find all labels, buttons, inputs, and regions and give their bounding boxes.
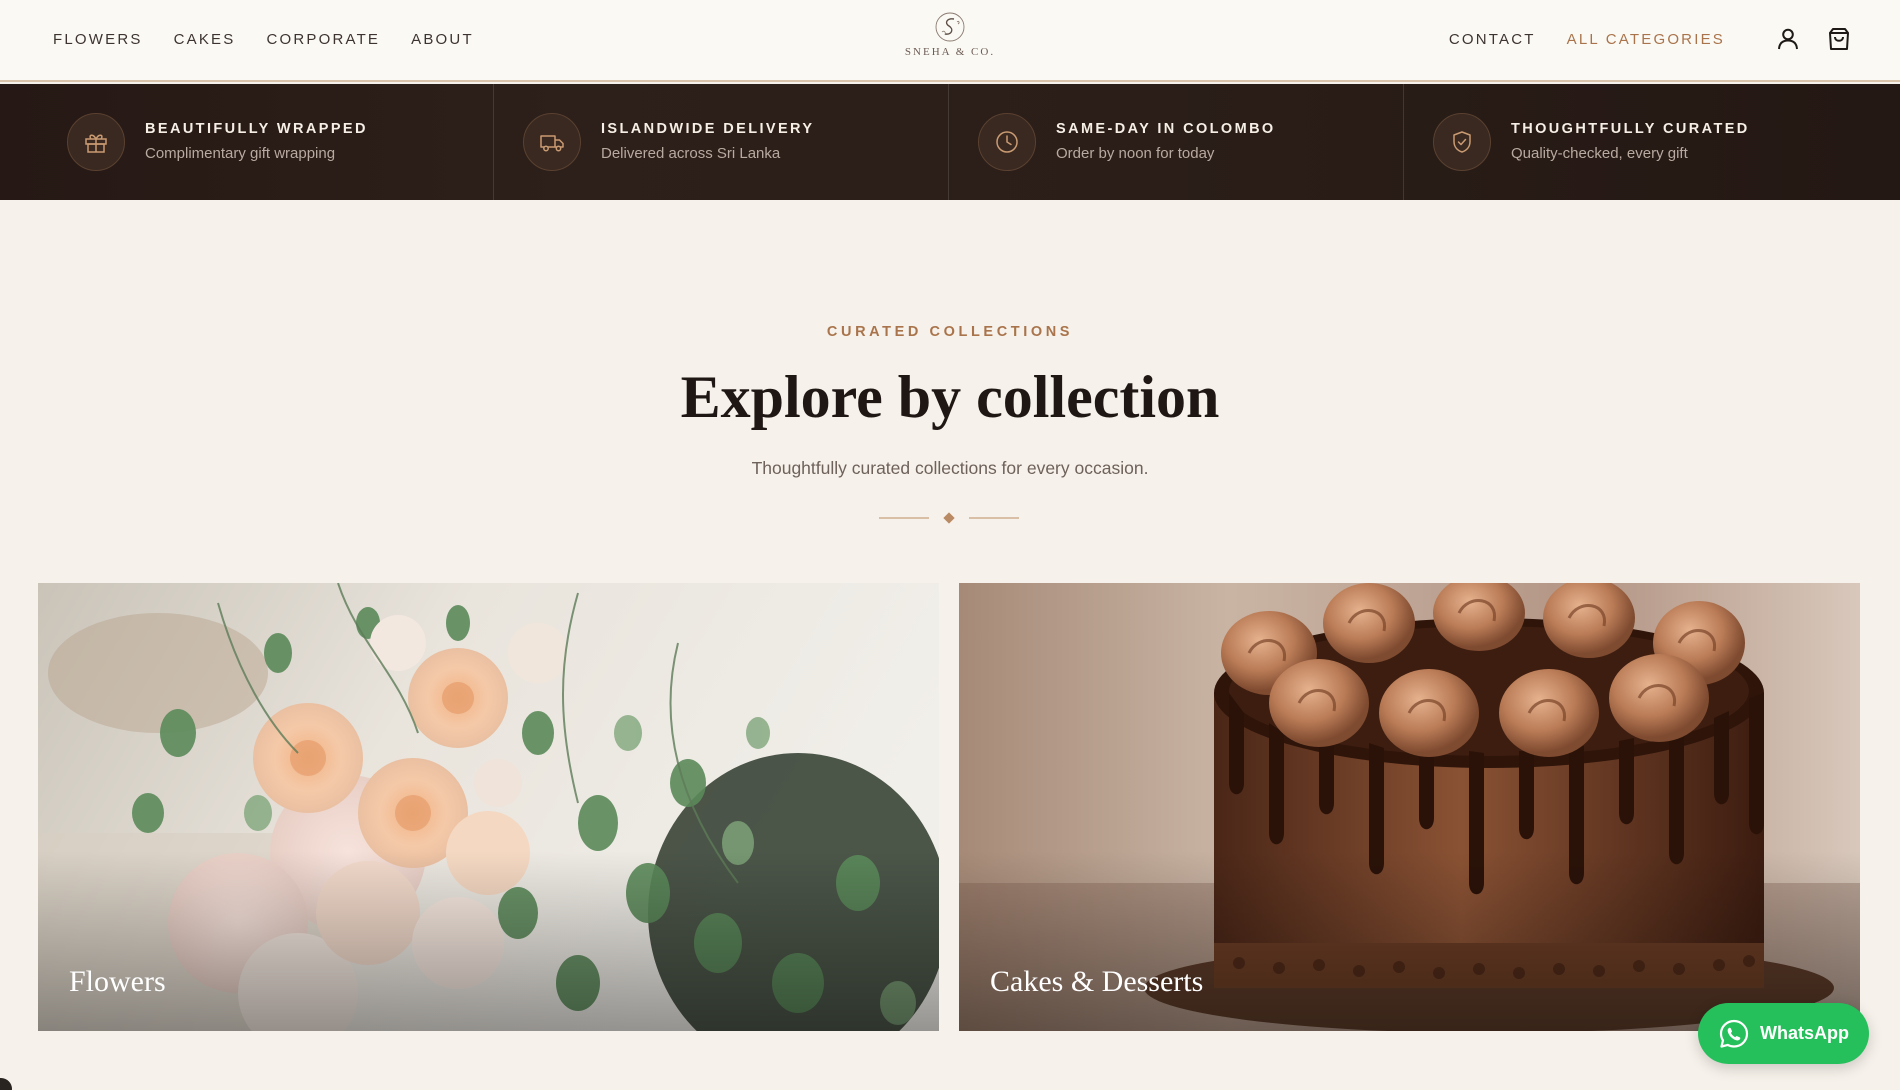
section-subtitle: Thoughtfully curated collections for eve…	[751, 458, 1149, 478]
card-gradient-overlay	[38, 851, 939, 1031]
feature-title: BEAUTIFULLY WRAPPED	[145, 121, 368, 137]
ornamental-divider	[879, 511, 1019, 525]
site-header: FLOWERS CAKES CORPORATE ABOUT SNEHA & CO…	[0, 0, 1900, 82]
logo-monogram-icon	[935, 12, 965, 42]
feature-subtitle: Complimentary gift wrapping	[145, 145, 336, 162]
site-logo[interactable]: SNEHA & CO.	[895, 10, 1005, 68]
truck-icon	[523, 113, 581, 171]
nav-link-corporate[interactable]: CORPORATE	[266, 31, 380, 48]
nav-link-flowers[interactable]: FLOWERS	[53, 31, 143, 48]
logo-text: SNEHA & CO.	[904, 46, 996, 58]
corner-decoration	[0, 1078, 12, 1090]
account-icon[interactable]	[1775, 26, 1801, 52]
feature-item: BEAUTIFULLY WRAPPED Complimentary gift w…	[38, 84, 494, 200]
feature-item: ISLANDWIDE DELIVERY Delivered across Sri…	[494, 84, 949, 200]
feature-title: ISLANDWIDE DELIVERY	[601, 121, 815, 137]
feature-subtitle: Quality-checked, every gift	[1511, 145, 1688, 162]
diamond-icon	[943, 512, 955, 524]
shield-check-icon	[1433, 113, 1491, 171]
nav-link-about[interactable]: ABOUT	[411, 31, 474, 48]
collection-label: Cakes & Desserts	[990, 965, 1204, 998]
secondary-nav: CONTACT ALL CATEGORIES	[1418, 0, 1725, 78]
nav-link-contact[interactable]: CONTACT	[1449, 31, 1536, 48]
whatsapp-icon	[1719, 1019, 1749, 1048]
collection-card-cakes[interactable]: Cakes & Desserts	[959, 583, 1860, 1031]
nav-link-cakes[interactable]: CAKES	[174, 31, 236, 48]
collection-card-flowers[interactable]: Flowers	[38, 583, 939, 1031]
feature-title: SAME-DAY IN COLOMBO	[1056, 121, 1276, 137]
feature-strip: BEAUTIFULLY WRAPPED Complimentary gift w…	[0, 84, 1900, 200]
shopping-bag-icon[interactable]	[1826, 26, 1852, 52]
divider-line	[969, 517, 1019, 519]
collection-label: Flowers	[69, 965, 166, 998]
feature-item: SAME-DAY IN COLOMBO Order by noon for to…	[949, 84, 1404, 200]
feature-item: THOUGHTFULLY CURATED Quality-checked, ev…	[1404, 84, 1900, 200]
divider-line	[879, 517, 929, 519]
feature-title: THOUGHTFULLY CURATED	[1511, 121, 1750, 137]
feature-subtitle: Order by noon for today	[1056, 145, 1215, 162]
nav-link-all-categories[interactable]: ALL CATEGORIES	[1567, 31, 1725, 48]
whatsapp-button[interactable]: WhatsApp	[1698, 1003, 1869, 1064]
whatsapp-label: WhatsApp	[1760, 1023, 1849, 1043]
section-title: Explore by collection	[680, 364, 1220, 430]
feature-subtitle: Delivered across Sri Lanka	[601, 145, 781, 162]
clock-icon	[978, 113, 1036, 171]
primary-nav: FLOWERS CAKES CORPORATE ABOUT	[53, 0, 505, 78]
section-eyebrow: CURATED COLLECTIONS	[826, 324, 1074, 340]
gift-icon	[67, 113, 125, 171]
